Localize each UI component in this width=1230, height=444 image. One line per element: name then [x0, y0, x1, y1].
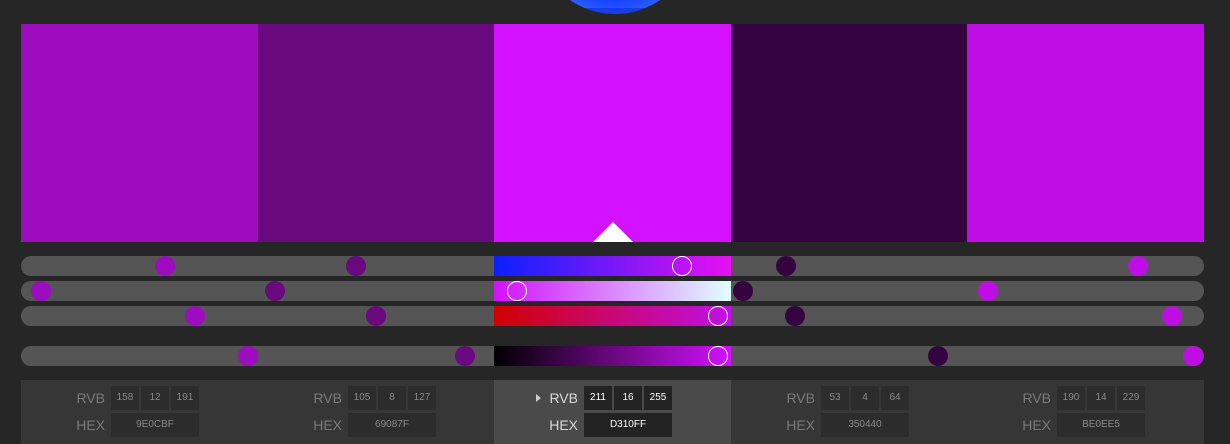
red-handle-3[interactable] — [708, 306, 728, 326]
green-value-1[interactable]: 12 — [141, 386, 169, 410]
rgb-mode-label-3[interactable]: RVB — [538, 390, 578, 406]
saturation-handle-5[interactable] — [978, 281, 998, 301]
hue-handle-5[interactable] — [1128, 256, 1148, 276]
hex-value-5[interactable]: BE0EE5 — [1057, 413, 1145, 437]
swatch-1[interactable] — [21, 24, 258, 242]
swatch-3-selected[interactable] — [494, 24, 731, 242]
swatch-2[interactable] — [258, 24, 494, 242]
brightness-handle-2[interactable] — [455, 346, 475, 366]
blue-value-5[interactable]: 229 — [1117, 386, 1145, 410]
red-value-5[interactable]: 190 — [1057, 386, 1085, 410]
hex-label-1: HEX — [76, 417, 105, 433]
rgb-mode-label-2: RVB — [313, 390, 342, 406]
green-value-2[interactable]: 8 — [378, 386, 406, 410]
hex-value-3[interactable]: D310FF — [584, 413, 672, 437]
red-value-1[interactable]: 158 — [111, 386, 139, 410]
hex-label-5: HEX — [1022, 417, 1051, 433]
hue-slider-gradient[interactable] — [494, 256, 731, 276]
saturation-handle-4[interactable] — [733, 281, 753, 301]
green-value-4[interactable]: 4 — [851, 386, 879, 410]
brightness-slider-gradient[interactable] — [494, 346, 731, 366]
blue-value-1[interactable]: 191 — [171, 386, 199, 410]
color-wheel-partial[interactable] — [535, 0, 695, 14]
rgb-mode-label-4: RVB — [786, 390, 815, 406]
blue-value-2[interactable]: 127 — [408, 386, 436, 410]
red-value-2[interactable]: 105 — [348, 386, 376, 410]
saturation-handle-3[interactable] — [507, 281, 527, 301]
brightness-handle-5[interactable] — [1183, 346, 1203, 366]
swatch-5[interactable] — [967, 24, 1204, 242]
swatch-4[interactable] — [731, 24, 967, 242]
saturation-slider-gradient[interactable] — [494, 281, 731, 301]
red-handle-5[interactable] — [1162, 306, 1182, 326]
blue-value-3[interactable]: 255 — [644, 386, 672, 410]
red-slider-gradient[interactable] — [494, 306, 731, 326]
base-color-marker-icon — [592, 222, 633, 242]
hue-handle-4[interactable] — [776, 256, 796, 276]
blue-value-4[interactable]: 64 — [881, 386, 909, 410]
rgb-mode-label-5: RVB — [1022, 390, 1051, 406]
brightness-handle-3[interactable] — [708, 346, 728, 366]
red-handle-1[interactable] — [185, 306, 205, 326]
green-value-5[interactable]: 14 — [1087, 386, 1115, 410]
hex-value-4[interactable]: 350440 — [821, 413, 909, 437]
saturation-handle-2[interactable] — [265, 281, 285, 301]
red-value-3[interactable]: 211 — [584, 386, 612, 410]
red-value-4[interactable]: 53 — [821, 386, 849, 410]
saturation-handle-1[interactable] — [31, 281, 51, 301]
red-handle-4[interactable] — [785, 306, 805, 326]
rgb-mode-label-1: RVB — [76, 390, 105, 406]
hex-label-4: HEX — [786, 417, 815, 433]
hex-value-1[interactable]: 9E0CBF — [111, 413, 199, 437]
green-value-3[interactable]: 16 — [614, 386, 642, 410]
hue-handle-1[interactable] — [155, 256, 175, 276]
hex-label-2: HEX — [313, 417, 342, 433]
brightness-handle-4[interactable] — [928, 346, 948, 366]
hue-handle-3[interactable] — [672, 256, 692, 276]
hue-handle-2[interactable] — [346, 256, 366, 276]
hex-label-3: HEX — [549, 417, 578, 433]
red-handle-2[interactable] — [366, 306, 386, 326]
brightness-handle-1[interactable] — [238, 346, 258, 366]
hex-value-2[interactable]: 69087F — [348, 413, 436, 437]
